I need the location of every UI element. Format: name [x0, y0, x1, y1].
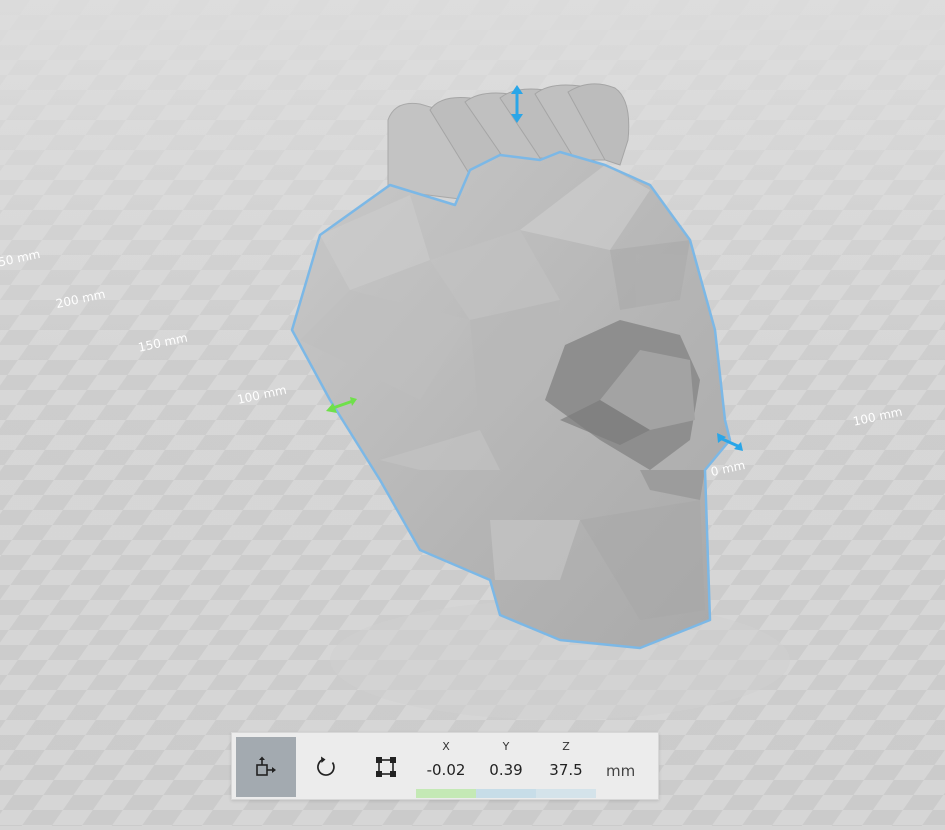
y-coordinate-label: Y: [502, 740, 510, 753]
rotate-tool-button[interactable]: [296, 737, 356, 797]
y-coordinate-value[interactable]: 0.39: [476, 761, 536, 779]
z-coordinate-value[interactable]: 37.5: [536, 761, 596, 779]
z-coordinate[interactable]: Z 37.5: [536, 733, 596, 801]
y-coordinate[interactable]: Y 0.39: [476, 733, 536, 801]
scene-canvas[interactable]: 50 mm 200 mm 150 mm 100 mm 100 mm 0 mm: [0, 0, 945, 826]
scale-tool-button[interactable]: [356, 737, 416, 797]
move-icon: [256, 756, 276, 776]
3d-viewport[interactable]: 50 mm 200 mm 150 mm 100 mm 100 mm 0 mm X…: [0, 0, 945, 826]
x-coordinate[interactable]: X -0.02: [416, 733, 476, 801]
unit-label: mm: [606, 762, 636, 780]
z-coordinate-label: Z: [562, 740, 570, 753]
x-coordinate-label: X: [442, 740, 450, 753]
scale-icon: [376, 757, 396, 777]
transform-toolbar: X -0.02 Y 0.39 Z 37.5 mm: [231, 732, 659, 800]
rotate-icon: [317, 756, 335, 776]
x-coordinate-value[interactable]: -0.02: [416, 761, 476, 779]
move-tool-button[interactable]: [236, 737, 296, 797]
z-axis-color-bar: [536, 789, 596, 798]
y-axis-color-bar: [476, 789, 536, 798]
x-axis-color-bar: [416, 789, 476, 798]
